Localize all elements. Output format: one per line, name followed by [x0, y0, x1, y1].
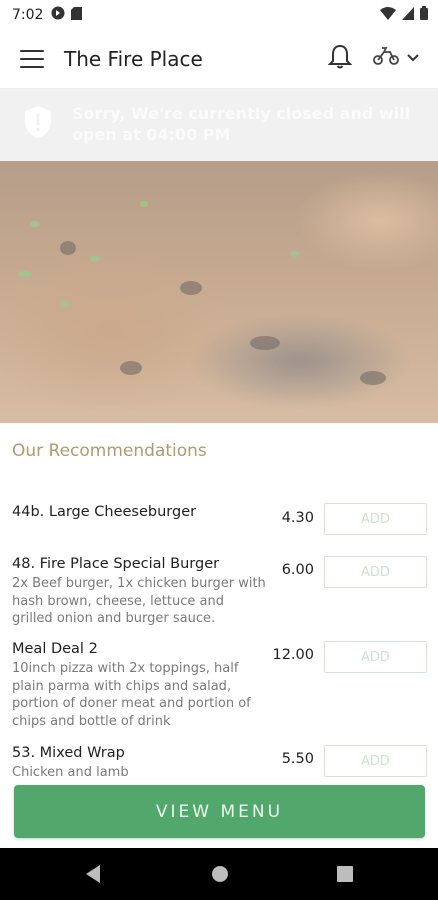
item-name: Meal Deal 2 [12, 641, 98, 657]
view-menu-button[interactable]: VIEW MENU [14, 785, 425, 838]
add-button[interactable]: ADD [324, 556, 427, 588]
back-icon[interactable] [84, 864, 102, 888]
add-button[interactable]: ADD [324, 503, 427, 535]
item-price: 12.00 [272, 647, 314, 663]
item-name: 48. Fire Place Special Burger [12, 556, 220, 572]
menu-icon[interactable] [20, 50, 44, 68]
item-description: 2x Beef burger, 1x chicken burger with h… [12, 576, 266, 626]
notification-icon [51, 6, 65, 24]
chevron-down-icon [406, 48, 420, 67]
app-bar: The Fire Place [0, 30, 438, 89]
closed-banner: Sorry, We're currently closed and will o… [0, 89, 438, 161]
page-title: The Fire Place [64, 47, 203, 71]
home-icon[interactable] [210, 864, 230, 888]
add-button[interactable]: ADD [324, 641, 427, 673]
add-button[interactable]: ADD [324, 745, 427, 777]
shield-icon [24, 105, 52, 139]
order-mode-selector[interactable] [372, 44, 420, 70]
recents-icon[interactable] [337, 866, 353, 886]
item-description: 10inch pizza with 2x toppings, half plai… [12, 661, 251, 729]
item-price: 6.00 [281, 562, 314, 578]
status-bar: 7:02 [0, 0, 438, 30]
item-description: Chicken and lamb [12, 765, 129, 778]
recommendations-heading: Our Recommendations [12, 441, 207, 461]
item-name: 53. Mixed Wrap [12, 745, 125, 761]
signal-icon [402, 6, 414, 24]
wifi-icon [380, 6, 396, 24]
item-name: 44b. Large Cheeseburger [12, 504, 197, 520]
battery-icon [420, 6, 428, 24]
scooter-icon [372, 44, 400, 70]
hero-food-image [0, 161, 438, 423]
recommendations-list: 44b. Large Cheeseburger 4.30 ADD 48. Fir… [0, 496, 438, 778]
item-price: 5.50 [281, 751, 314, 767]
bell-icon[interactable] [327, 43, 353, 71]
status-time: 7:02 [12, 7, 44, 23]
sd-card-icon [71, 6, 83, 24]
item-price: 4.30 [281, 510, 314, 526]
closed-message: Sorry, We're currently closed and will o… [72, 104, 411, 144]
navigation-bar [0, 848, 438, 900]
